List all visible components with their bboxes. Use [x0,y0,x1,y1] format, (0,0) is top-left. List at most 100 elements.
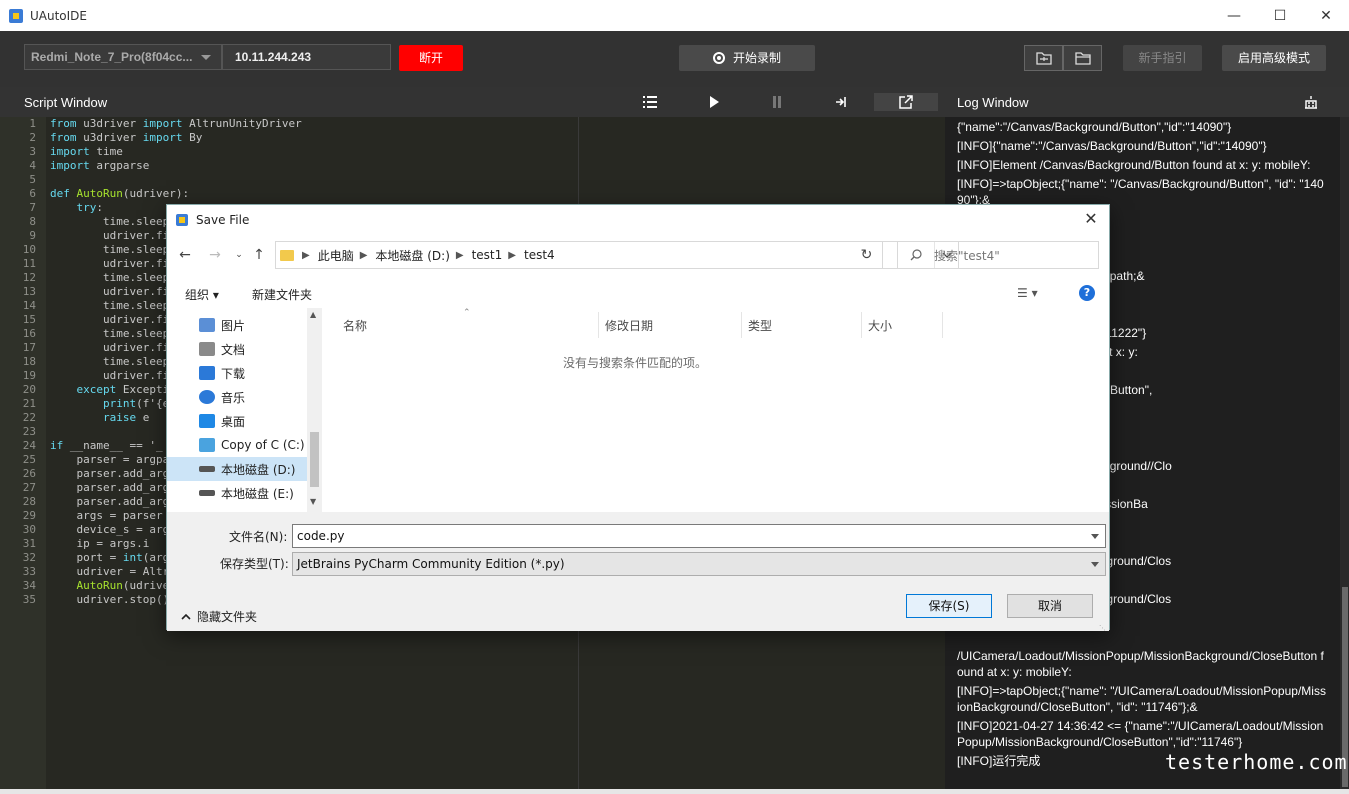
code-text: AutoRun(udrive [76,579,170,592]
line-number: 27 [22,481,36,494]
help-icon[interactable]: ? [1079,285,1095,301]
log-settings-button[interactable] [1301,93,1321,111]
hide-folders-label: 隐藏文件夹 [197,610,258,624]
refresh-button[interactable]: ↻ [851,241,883,269]
line-number: 7 [29,201,36,214]
forward-arrow-icon[interactable]: → [205,245,225,265]
pause-button[interactable] [767,93,787,111]
search-input[interactable]: 搜索"test4" [897,241,1099,269]
folder-open-icon [1035,52,1052,65]
back-arrow-icon[interactable]: ← [175,245,195,265]
line-number: 9 [29,229,36,242]
nav-item-label: Copy of C (C:) [221,438,305,452]
line-number: 16 [22,327,36,340]
list-button[interactable] [640,93,660,111]
filetype-value: JetBrains PyCharm Community Edition (*.p… [297,557,565,571]
device-select[interactable]: Redmi_Note_7_Pro(8f04cc... [24,44,222,70]
drive-icon [199,466,215,472]
play-icon [710,96,719,108]
desktop-icon [199,414,215,428]
line-number: 33 [22,565,36,578]
nav-item[interactable]: 桌面 [167,409,307,433]
code-text: device_s = arg [50,523,170,536]
breadcrumb-item[interactable]: test4 [524,248,555,262]
log-scrollbar[interactable] [1341,117,1349,789]
navigation-scrollbar-thumb[interactable] [310,432,319,487]
beginner-guide-button[interactable]: 新手指引 [1123,45,1202,71]
column-divider [741,312,742,338]
code-text: from u3driver import AltrunUnityDriver [50,117,302,130]
filetype-select[interactable]: JetBrains PyCharm Community Edition (*.p… [292,552,1106,576]
scroll-down-icon[interactable]: ▼ [310,497,316,506]
script-window-title: Script Window [24,94,108,110]
view-options-icon[interactable]: ☰ ▾ [1017,286,1038,300]
step-into-icon [836,97,846,107]
pictures-icon [199,318,215,332]
open-folder-button[interactable] [1024,45,1063,71]
save-button[interactable]: 保存(S) [906,594,992,618]
nav-item[interactable]: 本地磁盘 (E:) [167,481,307,505]
start-recording-button[interactable]: 开始录制 [679,45,815,71]
line-number: 6 [29,187,36,200]
filename-input[interactable]: code.py [292,524,1106,548]
window-title: UAutoIDE [30,8,88,23]
line-number: 14 [22,299,36,312]
nav-item-label: 文档 [221,342,246,357]
nav-item-label: 本地磁盘 (E:) [221,486,294,501]
code-text: udriver.fi [50,313,170,326]
folder-button[interactable] [1063,45,1102,71]
column-name[interactable]: 名称 [343,317,367,334]
line-number: 17 [22,341,36,354]
recent-chevron-icon[interactable]: ⌄ [229,245,249,265]
line-number: 21 [22,397,36,410]
column-divider [942,312,943,338]
breadcrumb-item[interactable]: test1 [472,248,503,262]
nav-item[interactable]: 文档 [167,337,307,361]
organize-menu[interactable]: 组织 ▾ [185,286,219,303]
resize-grip-icon[interactable]: ⋱ [1099,624,1106,632]
new-folder-button[interactable]: 新建文件夹 [252,286,312,303]
code-text: udriver = Altr [50,565,170,578]
column-divider [861,312,862,338]
ip-address-input[interactable]: 10.11.244.243 [222,44,391,70]
hide-folders-toggle[interactable]: 隐藏文件夹 [181,608,257,625]
file-list[interactable]: ⌃ 名称 修改日期 类型 大小 没有与搜索条件匹配的项。 [325,308,1111,512]
breadcrumb-item[interactable]: 此电脑 [318,247,354,264]
scroll-up-icon[interactable]: ▲ [310,310,316,319]
minimize-button[interactable]: — [1211,0,1257,31]
nav-item[interactable]: 音乐 [167,385,307,409]
code-text: args = parser [50,509,163,522]
cancel-button[interactable]: 取消 [1007,594,1093,618]
line-number: 2 [29,131,36,144]
nav-item[interactable]: 下载 [167,361,307,385]
advanced-mode-button[interactable]: 启用高级模式 [1222,45,1326,71]
column-size[interactable]: 大小 [868,317,892,334]
export-button[interactable] [874,93,938,111]
code-text: import time [50,145,123,158]
nav-item[interactable]: Copy of C (C:) [167,433,307,457]
line-number: 23 [22,425,36,438]
breadcrumb-item[interactable]: 本地磁盘 (D:) [375,247,449,264]
chevron-up-icon [181,613,191,620]
run-button[interactable] [704,93,724,111]
maximize-button[interactable]: ☐ [1257,0,1303,31]
disconnect-button[interactable]: 断开 [399,45,463,71]
code-text: time.sleep [50,327,170,340]
navigation-scrollbar[interactable]: ▲ ▼ [307,308,322,512]
log-window-header: Log Window [945,87,1349,117]
nav-item[interactable]: 本地磁盘 (D:) [167,457,307,481]
navigation-pane: 图片文档下载 音乐 桌面 Copy of C (C:) 本地磁盘 (D:) 本地磁盘 (E… [167,308,307,512]
up-arrow-icon[interactable]: ↑ [249,245,269,265]
column-type[interactable]: 类型 [748,317,772,334]
nav-item[interactable]: 图片 [167,313,307,337]
dialog-command-bar: 组织 ▾ 新建文件夹 [167,279,1109,307]
step-button[interactable] [832,93,852,111]
code-text: parser.add_arg [50,481,170,494]
chevron-down-icon[interactable] [1091,534,1099,539]
log-line: [INFO]{"name":"/Canvas/Background/Button… [957,139,1267,153]
column-modified-date[interactable]: 修改日期 [605,317,653,334]
close-icon[interactable]: ✕ [1081,209,1101,229]
close-window-button[interactable]: ✕ [1303,0,1349,31]
breadcrumb-separator-icon: ▶ [508,249,516,261]
